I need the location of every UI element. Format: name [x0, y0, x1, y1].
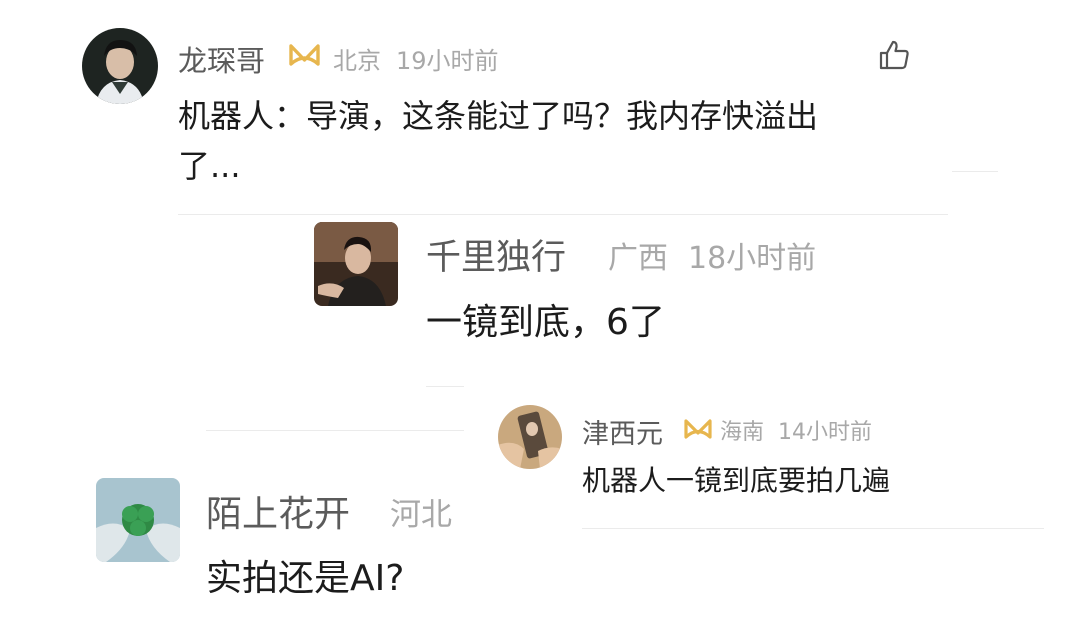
avatar[interactable]: [314, 222, 398, 306]
thumbs-up-icon[interactable]: [878, 39, 910, 71]
username[interactable]: 龙琛哥: [178, 38, 265, 80]
comment-text: 机器人一镜到底要拍几遍: [582, 464, 891, 497]
username[interactable]: 千里独行: [426, 229, 566, 280]
comment-location: 北京: [333, 47, 381, 75]
comment-time: 14小时前: [778, 420, 872, 445]
comment-text: 机器人：导演，这条能过了吗？我内存快溢出: [178, 97, 819, 135]
verified-badge-icon: [683, 417, 713, 441]
avatar[interactable]: [96, 478, 180, 562]
divider: [426, 386, 464, 387]
verified-badge-icon: [288, 42, 321, 68]
comment-text-continued: 了...: [178, 147, 241, 185]
comment-location: 河北: [390, 497, 452, 533]
divider: [206, 430, 464, 431]
comment-time: 18小时前: [688, 241, 817, 276]
comment-time: 19小时前: [396, 47, 499, 75]
comment-text: 实拍还是AI?: [206, 558, 405, 599]
divider: [952, 171, 998, 172]
divider: [178, 214, 948, 215]
username[interactable]: 津西元: [582, 412, 663, 451]
username[interactable]: 陌上花开: [206, 485, 350, 537]
avatar[interactable]: [498, 405, 562, 469]
divider: [582, 528, 1044, 529]
comment-text: 一镜到底，6了: [426, 302, 665, 343]
comment-location: 广西: [608, 241, 668, 276]
avatar[interactable]: [82, 28, 158, 104]
comment-location: 海南: [720, 420, 765, 445]
